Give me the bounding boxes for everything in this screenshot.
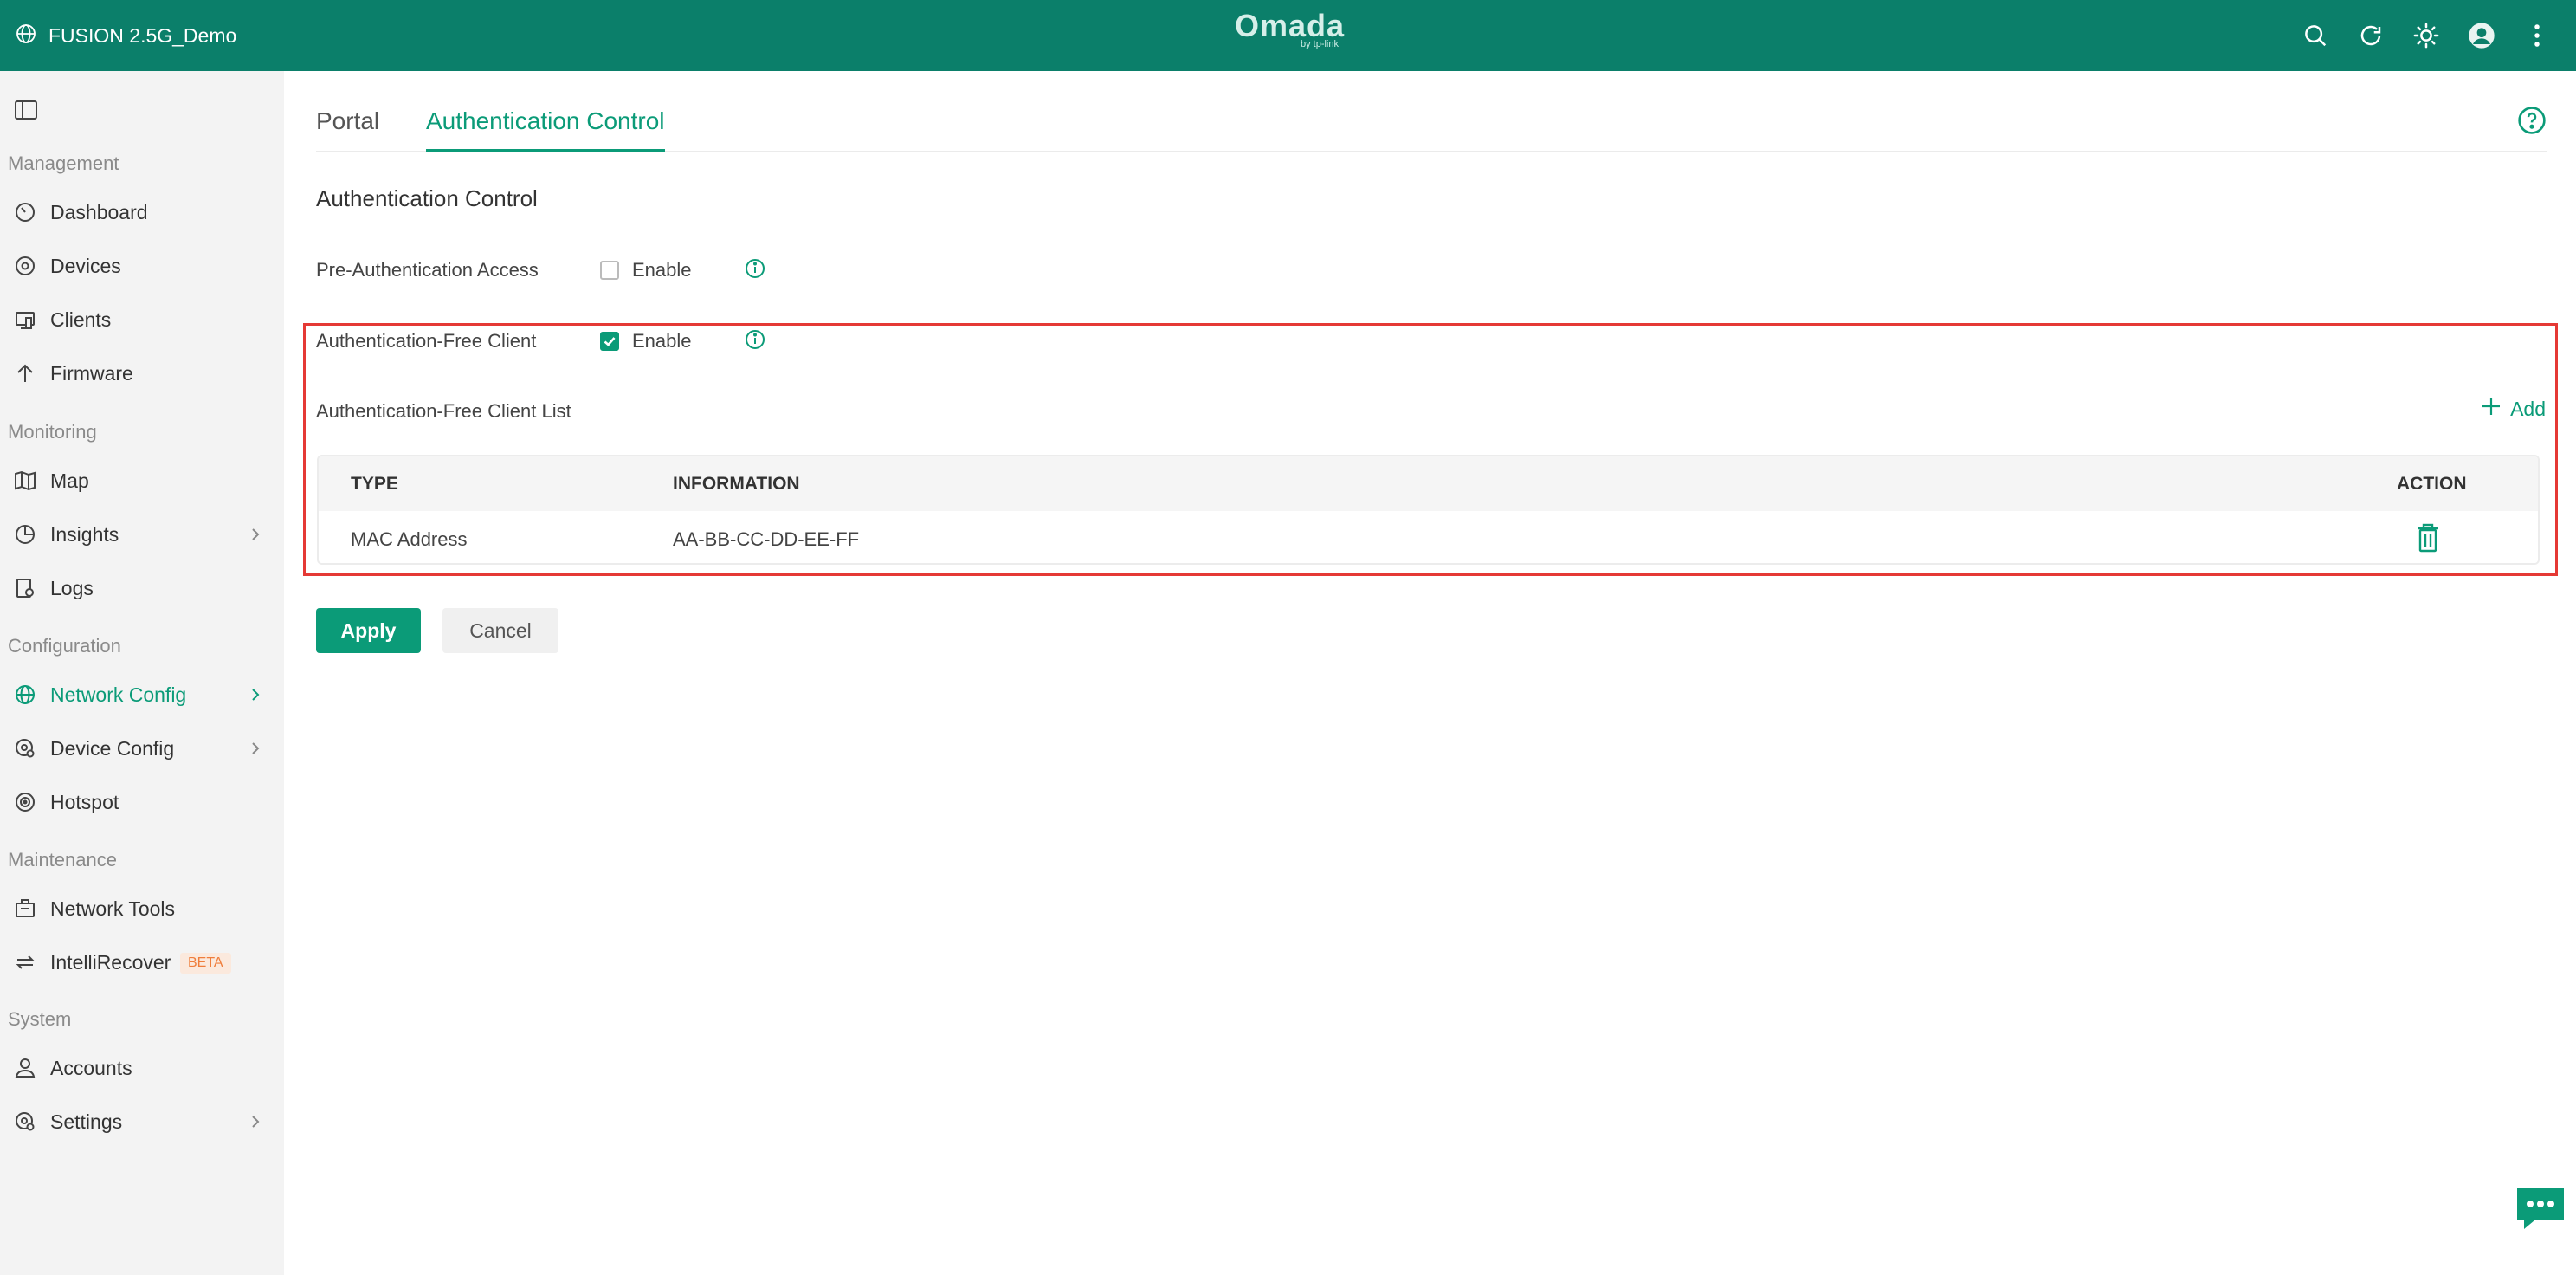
user-icon (14, 1057, 36, 1079)
section-configuration: Configuration (8, 635, 121, 657)
help-icon[interactable] (2517, 106, 2547, 139)
sidebar-item-firmware[interactable]: Firmware (0, 351, 284, 396)
globe-icon (14, 683, 36, 706)
dashboard-icon (14, 201, 36, 223)
firmware-icon (14, 362, 36, 385)
sidebar-item-settings[interactable]: Settings (0, 1099, 284, 1144)
sidebar-item-logs[interactable]: Logs (0, 566, 284, 611)
sidebar-item-label: Devices (50, 254, 121, 277)
map-icon (14, 469, 36, 492)
tab-portal[interactable]: Portal (316, 107, 379, 149)
site-name: FUSION 2.5G_Demo (48, 23, 237, 47)
globe-icon (16, 23, 36, 49)
pre-auth-enable-label: Enable (632, 259, 692, 281)
sidebar-item-devices[interactable]: Devices (0, 243, 284, 288)
site-selector[interactable]: FUSION 2.5G_Demo (16, 0, 236, 71)
hotspot-icon (14, 791, 36, 813)
sidebar-item-label: Hotspot (50, 790, 119, 813)
pre-auth-row: Pre-Authentication Access Enable (316, 257, 836, 283)
sidebar-item-label: Clients (50, 307, 112, 331)
beta-badge: BETA (180, 953, 231, 974)
chevron-right-icon (249, 685, 261, 709)
sidebar-item-clients[interactable]: Clients (0, 297, 284, 342)
sidebar-item-label: Dashboard (50, 200, 148, 223)
main-content: Portal Authentication Control Authentica… (284, 71, 2576, 1275)
more-icon[interactable] (2522, 21, 2552, 50)
settings-icon (14, 1110, 36, 1133)
section-title: Authentication Control (316, 185, 538, 211)
tab-bar: Portal Authentication Control (316, 71, 2547, 152)
toolbox-icon (14, 897, 36, 920)
sidebar-item-dashboard[interactable]: Dashboard (0, 190, 284, 235)
section-maintenance: Maintenance (8, 849, 117, 870)
pre-auth-label: Pre-Authentication Access (316, 259, 539, 281)
sidebar-item-label: Settings (50, 1110, 123, 1133)
sidebar-item-map[interactable]: Map (0, 458, 284, 503)
pre-auth-checkbox[interactable] (600, 261, 619, 280)
sidebar-item-label: Firmware (50, 361, 133, 385)
clients-icon (14, 308, 36, 331)
sidebar-item-device-config[interactable]: Device Config (0, 726, 284, 771)
tab-authentication-control[interactable]: Authentication Control (426, 107, 665, 152)
sidebar-item-label: Network Config (50, 683, 187, 706)
header-actions (2301, 0, 2552, 71)
brand-logo: Omada by tp-link (1235, 8, 1346, 49)
sidebar-item-label: Accounts (50, 1056, 132, 1079)
sidebar-item-label: Map (50, 469, 89, 492)
sidebar-item-label: IntelliRecover (50, 950, 171, 974)
devices-icon (14, 255, 36, 277)
chat-icon[interactable] (2514, 1184, 2567, 1237)
insights-icon (14, 523, 36, 546)
sidebar-item-label: Network Tools (50, 896, 176, 920)
theme-icon[interactable] (2411, 21, 2441, 50)
sidebar-item-label: Device Config (50, 736, 175, 760)
device-config-icon (14, 737, 36, 760)
chevron-right-icon (249, 739, 261, 762)
search-icon[interactable] (2301, 21, 2330, 50)
highlight-frame (303, 323, 2558, 576)
chevron-right-icon (249, 525, 261, 548)
sidebar-toggle-icon[interactable] (14, 99, 38, 126)
sidebar-item-label: Insights (50, 522, 119, 546)
swap-icon (14, 951, 36, 974)
section-system: System (8, 1008, 72, 1030)
chevron-right-icon (249, 1112, 261, 1136)
avatar[interactable] (2467, 21, 2496, 50)
info-icon[interactable] (744, 257, 766, 284)
sidebar: Management Dashboard Devices Clients Fir… (0, 71, 284, 1275)
cancel-button[interactable]: Cancel (442, 608, 558, 653)
sidebar-item-accounts[interactable]: Accounts (0, 1045, 284, 1091)
section-management: Management (8, 152, 119, 174)
sidebar-item-intellirecover[interactable]: IntelliRecover BETA (0, 940, 284, 985)
section-monitoring: Monitoring (8, 421, 97, 443)
sidebar-item-label: Logs (50, 576, 94, 599)
apply-button[interactable]: Apply (316, 608, 421, 653)
sidebar-item-insights[interactable]: Insights (0, 512, 284, 557)
sidebar-item-network-tools[interactable]: Network Tools (0, 886, 284, 931)
logs-icon (14, 577, 36, 599)
brand-name: Omada (1235, 8, 1346, 43)
sidebar-item-hotspot[interactable]: Hotspot (0, 780, 284, 825)
refresh-icon[interactable] (2356, 21, 2386, 50)
top-bar: FUSION 2.5G_Demo Omada by tp-link (0, 0, 2576, 71)
sidebar-item-network-config[interactable]: Network Config (0, 672, 284, 717)
